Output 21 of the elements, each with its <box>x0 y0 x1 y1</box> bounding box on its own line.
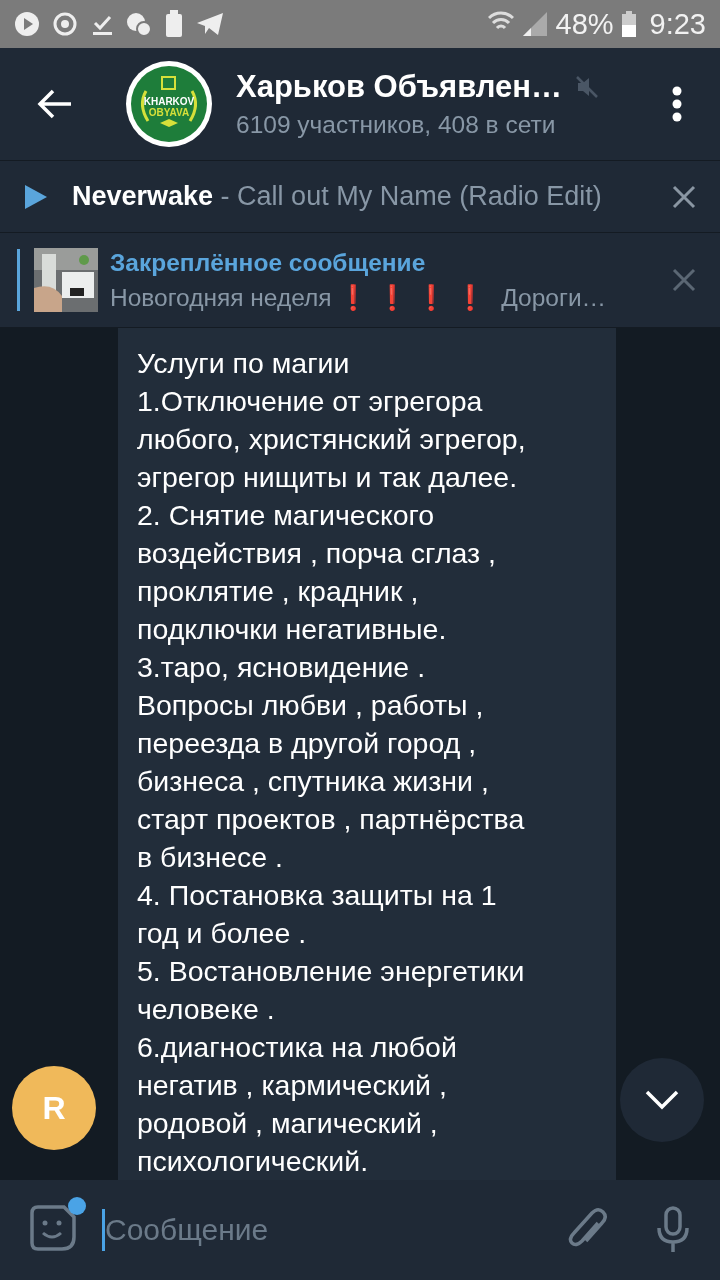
chevron-down-icon <box>645 1090 679 1110</box>
group-avatar[interactable]: KHARKOV OBYAVA <box>126 61 212 147</box>
chat-title: Харьков Объявлен… <box>236 69 563 105</box>
sticker-icon[interactable] <box>30 1205 76 1251</box>
menu-icon[interactable] <box>672 86 682 122</box>
battery-percent: 48% <box>555 7 614 41</box>
message-text: Услуги по магии 1.Отключение от эгрегора любого, христянский эгрегор, эгрегор нищиты и так далее. 2. Снятие магического воздействия , порча сглаз , проклятие , крадник , подключки негативные. 3.таро, ясновидение . Вопросы любви , работы , переезда в другой город , бизнеса , спутника жизни , старт проектов , партнёрства в бизнесе . 4. Постановка защиты на 1 год и более . 5. Востановление энергетики человеке . 6.диагностика на любой негатив , кармический , родовой , магический , психологический. <box>118 328 616 1180</box>
member-count: 6109 участников, 408 в сети <box>236 111 557 139</box>
play-icon <box>14 11 40 37</box>
paper-plane-icon <box>196 12 224 36</box>
close-icon[interactable] <box>672 184 696 209</box>
clock: 9:23 <box>649 7 706 41</box>
close-icon[interactable] <box>672 268 696 292</box>
message-composer[interactable]: Сообщение <box>0 1180 720 1280</box>
microphone-icon[interactable] <box>656 1206 690 1254</box>
timer-icon <box>52 11 78 37</box>
signal-icon <box>521 11 548 37</box>
battery-icon <box>621 11 636 37</box>
play-icon[interactable] <box>24 183 48 210</box>
pinned-message-preview[interactable]: Новогодняя неделя ❗❗❗❗ Дороги… <box>110 282 672 312</box>
pinned-message-title: Закреплённое сообщение <box>110 248 427 277</box>
